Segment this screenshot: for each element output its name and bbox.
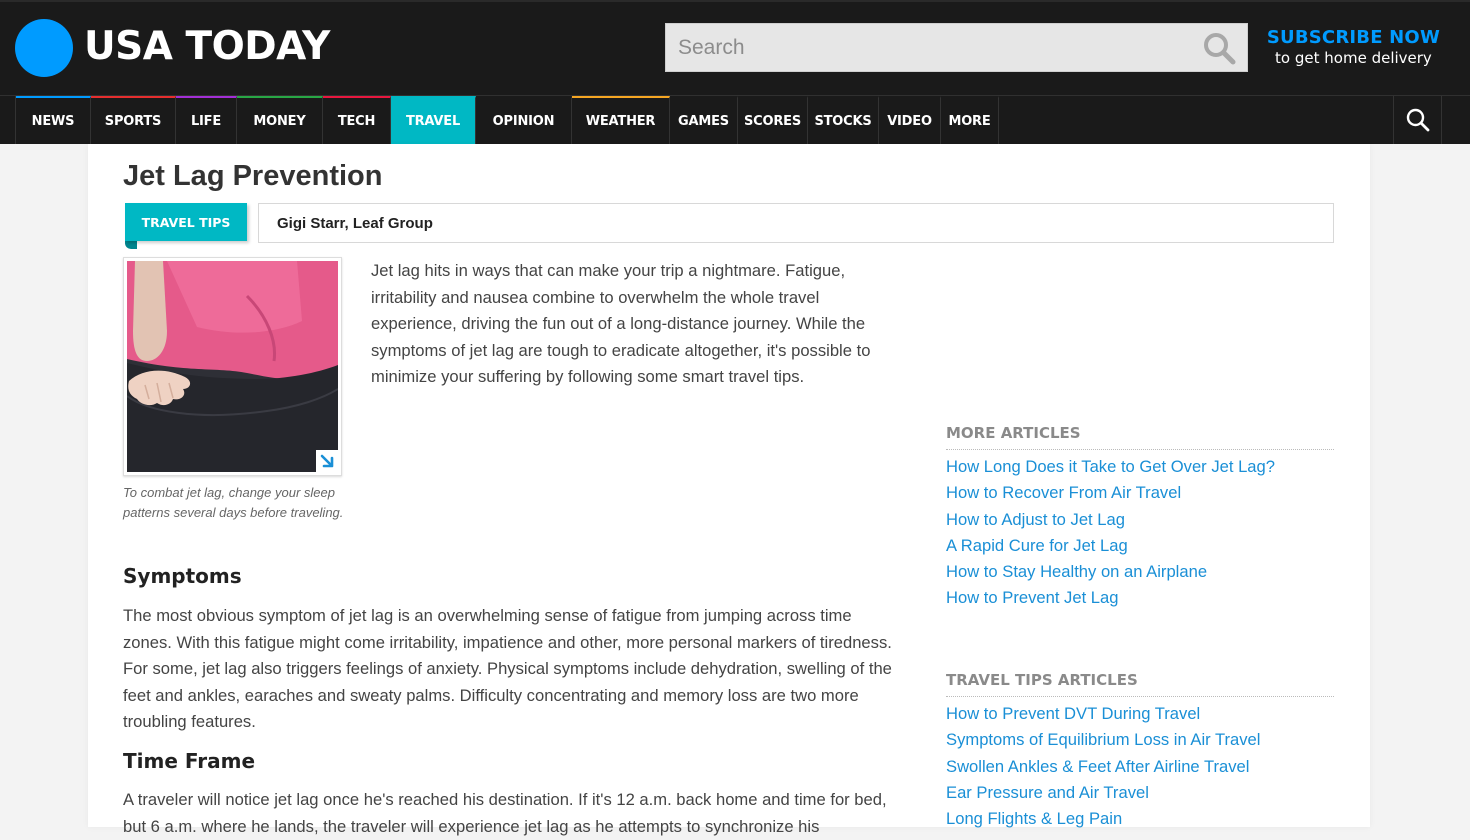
more-article-link[interactable]: How to Adjust to Jet Lag [946, 507, 1275, 533]
more-article-link[interactable]: How to Recover From Air Travel [946, 480, 1275, 506]
nav-item-games[interactable]: GAMES [670, 96, 738, 144]
main-nav: NEWS SPORTS LIFE MONEY TECH TRAVEL OPINION WEAT… [0, 95, 1470, 144]
article-container: Jet Lag Prevention TRAVEL TIPS Gigi Star… [88, 144, 1370, 836]
nav-item-news[interactable]: NEWS [16, 96, 91, 144]
magnifier-icon [1204, 33, 1236, 65]
section-heading-time-frame: Time Frame [123, 749, 256, 773]
section-body-time-frame: A traveler will notice jet lag once he's… [123, 790, 887, 836]
nav-item-travel[interactable]: TRAVEL [391, 96, 476, 144]
masthead: USA TODAY SUBSCRIBE NOW to get home deli… [0, 0, 1470, 95]
nav-item-stocks[interactable]: STOCKS [808, 96, 879, 144]
nav-item-sports[interactable]: SPORTS [91, 96, 176, 144]
nav-item-life[interactable]: LIFE [176, 96, 237, 144]
expand-arrow-icon [320, 454, 334, 468]
nav-item-tech[interactable]: TECH [323, 96, 391, 144]
nav-list: NEWS SPORTS LIFE MONEY TECH TRAVEL OPINION WEAT… [15, 96, 999, 144]
travel-tip-article-link[interactable]: Swollen Ankles & Feet After Airline Trav… [946, 754, 1260, 780]
usa-today-logo-circle[interactable] [15, 19, 73, 77]
nav-item-weather[interactable]: WEATHER [572, 96, 670, 144]
article-photo [127, 261, 338, 472]
search-icon [1406, 108, 1429, 132]
travel-tips-list: How to Prevent DVT During Travel Symptoms… [946, 701, 1260, 832]
author-byline: Gigi Starr, Leaf Group [277, 215, 433, 232]
category-tag[interactable]: TRAVEL TIPS [125, 203, 247, 241]
more-articles-heading: MORE ARTICLES [946, 424, 1334, 450]
header-search-box [665, 23, 1248, 72]
nav-item-more[interactable]: MORE [941, 96, 999, 144]
more-article-link[interactable]: A Rapid Cure for Jet Lag [946, 533, 1275, 559]
nav-item-opinion[interactable]: OPINION [476, 96, 572, 144]
expand-image-button[interactable] [316, 450, 338, 472]
article-image[interactable] [123, 257, 342, 476]
sleeping-child-photo [127, 261, 338, 472]
nav-item-money[interactable]: MONEY [237, 96, 323, 144]
nav-search-button[interactable] [1393, 96, 1442, 144]
article-intro: Jet lag hits in ways that can make your … [371, 261, 871, 387]
search-button[interactable] [1201, 30, 1237, 66]
section-heading-symptoms: Symptoms [123, 564, 242, 588]
travel-tips-heading: TRAVEL TIPS ARTICLES [946, 671, 1334, 697]
travel-tip-article-link[interactable]: How to Prevent DVT During Travel [946, 701, 1260, 727]
travel-tip-article-link[interactable]: Ear Pressure and Air Travel [946, 780, 1260, 806]
travel-tip-article-link[interactable]: Symptoms of Equilibrium Loss in Air Trav… [946, 727, 1260, 753]
travel-tip-article-link[interactable]: Long Flights & Leg Pain [946, 806, 1260, 832]
byline-bar: Gigi Starr, Leaf Group [258, 203, 1334, 243]
more-article-link[interactable]: How Long Does it Take to Get Over Jet La… [946, 454, 1275, 480]
site-logo-text[interactable]: USA TODAY [84, 24, 330, 69]
subscribe-link[interactable]: SUBSCRIBE NOW to get home delivery [1267, 27, 1440, 67]
subscribe-title: SUBSCRIBE NOW [1266, 27, 1440, 48]
image-caption: To combat jet lag, change your sleep pat… [123, 485, 344, 520]
nav-item-scores[interactable]: SCORES [738, 96, 808, 144]
more-article-link[interactable]: How to Prevent Jet Lag [946, 585, 1275, 611]
page-title: Jet Lag Prevention [123, 160, 383, 192]
more-articles-list: How Long Does it Take to Get Over Jet La… [946, 454, 1275, 612]
nav-item-video[interactable]: VIDEO [879, 96, 941, 144]
search-input[interactable] [666, 24, 1186, 71]
more-article-link[interactable]: How to Stay Healthy on an Airplane [946, 559, 1275, 585]
subscribe-subtitle: to get home delivery [1275, 49, 1432, 67]
section-body-symptoms: The most obvious symptom of jet lag is a… [123, 606, 892, 732]
